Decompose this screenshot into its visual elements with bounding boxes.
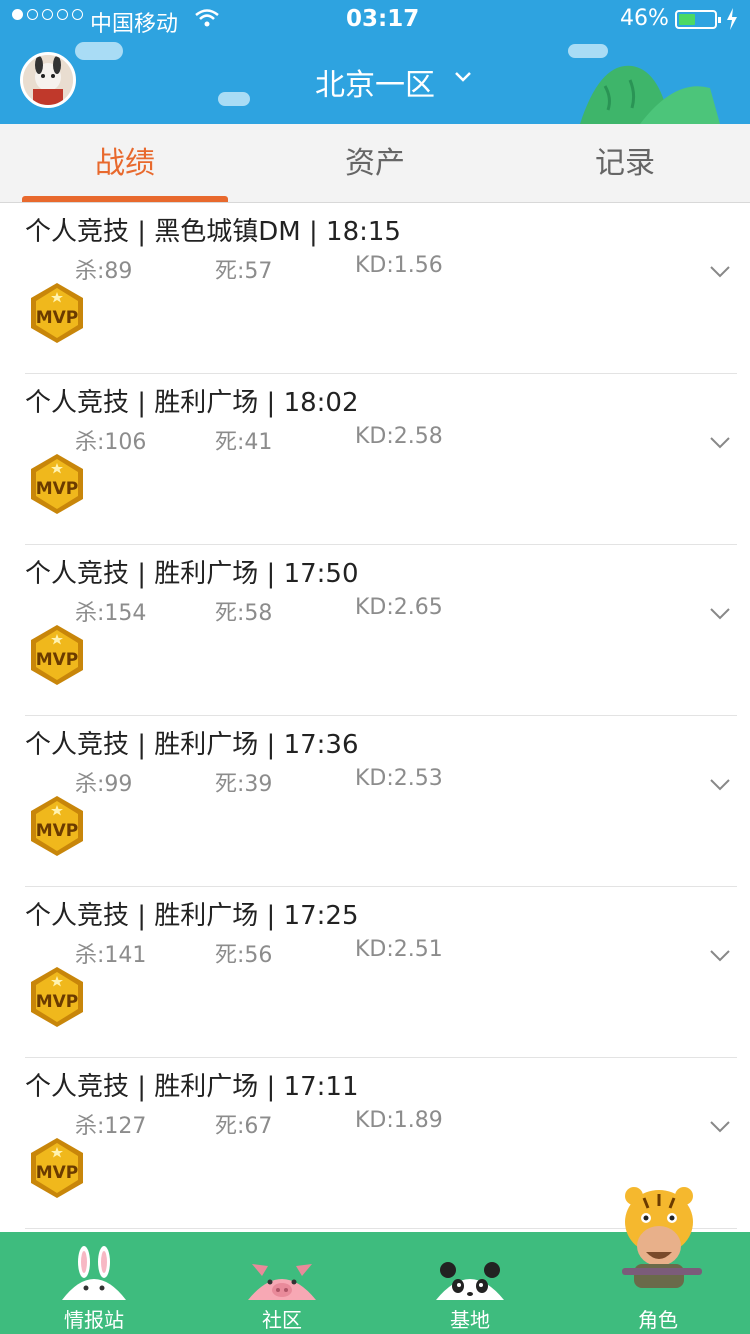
region-label: 北京一区	[315, 68, 435, 103]
match-row[interactable]: 个人竞技 | 胜利广场 | 17:50 杀:154 死:58 KD:2.65 M…	[25, 545, 737, 716]
nav-label: 情报站	[64, 1308, 124, 1332]
bottom-nav: 情报站 社区 基地 角色	[0, 1187, 750, 1334]
active-tab-indicator	[22, 196, 228, 202]
battery-icon	[675, 10, 721, 29]
deaths-stat: 死:57	[215, 259, 273, 284]
kd-stat: KD:2.58	[355, 424, 443, 449]
mvp-badge-icon: MVP	[31, 967, 83, 1027]
svg-text:MVP: MVP	[36, 821, 79, 841]
chevron-down-icon[interactable]	[709, 778, 731, 792]
deaths-stat: 死:41	[215, 430, 273, 455]
match-row[interactable]: 个人竞技 | 黑色城镇DM | 18:15 杀:89 死:57 KD:1.56 …	[25, 203, 737, 374]
status-bar: 中国移动 03:17 46%	[0, 0, 750, 40]
cloud-decoration	[568, 44, 608, 58]
svg-text:MVP: MVP	[36, 992, 79, 1012]
carrier-label: 中国移动	[90, 12, 179, 37]
tab-record[interactable]: 战绩	[0, 124, 250, 202]
nav-character[interactable]: 角色	[564, 1187, 750, 1334]
region-selector[interactable]: 北京一区	[0, 60, 750, 104]
tab-history[interactable]: 记录	[500, 124, 750, 202]
svg-text:MVP: MVP	[36, 1163, 79, 1183]
deaths-stat: 死:56	[215, 943, 273, 968]
match-title: 个人竞技 | 胜利广场 | 17:36	[25, 730, 359, 760]
svg-text:MVP: MVP	[36, 650, 79, 670]
match-row[interactable]: 个人竞技 | 胜利广场 | 18:02 杀:106 死:41 KD:2.58 M…	[25, 374, 737, 545]
chevron-down-icon[interactable]	[709, 949, 731, 963]
app-header: 中国移动 03:17 46% 北京一区	[0, 0, 750, 124]
rabbit-icon	[62, 1246, 126, 1300]
nav-label: 基地	[450, 1308, 490, 1332]
tab-bar: 战绩 资产 记录	[0, 124, 750, 203]
match-title: 个人竞技 | 胜利广场 | 18:02	[25, 388, 359, 418]
mvp-badge-icon: MVP	[31, 625, 83, 685]
chevron-down-icon[interactable]	[709, 436, 731, 450]
signal-icon	[12, 9, 83, 20]
kd-stat: KD:1.89	[355, 1108, 443, 1133]
deaths-stat: 死:67	[215, 1114, 273, 1139]
chevron-down-icon[interactable]	[709, 607, 731, 621]
nav-base[interactable]: 基地	[376, 1232, 564, 1334]
kd-stat: KD:1.56	[355, 253, 443, 278]
pig-icon	[248, 1264, 316, 1300]
deaths-stat: 死:58	[215, 601, 273, 626]
kd-stat: KD:2.65	[355, 595, 443, 620]
nav-intel[interactable]: 情报站	[0, 1232, 188, 1334]
clock: 03:17	[346, 6, 420, 32]
kd-stat: KD:2.51	[355, 937, 443, 962]
match-list: 个人竞技 | 黑色城镇DM | 18:15 杀:89 死:57 KD:1.56 …	[0, 203, 750, 1229]
match-title: 个人竞技 | 胜利广场 | 17:11	[25, 1072, 359, 1102]
match-row[interactable]: 个人竞技 | 胜利广场 | 17:36 杀:99 死:39 KD:2.53 MV…	[25, 716, 737, 887]
tiger-soldier-icon	[622, 1187, 702, 1288]
match-title: 个人竞技 | 黑色城镇DM | 18:15	[25, 217, 401, 247]
battery-percent: 46%	[620, 6, 669, 31]
mvp-badge-icon: MVP	[31, 796, 83, 856]
chevron-down-icon[interactable]	[709, 265, 731, 279]
mvp-badge-icon: MVP	[31, 283, 83, 343]
match-title: 个人竞技 | 胜利广场 | 17:25	[25, 901, 359, 931]
svg-text:MVP: MVP	[36, 479, 79, 499]
svg-text:MVP: MVP	[36, 308, 79, 328]
wifi-icon	[195, 9, 219, 27]
match-row[interactable]: 个人竞技 | 胜利广场 | 17:25 杀:141 死:56 KD:2.51 M…	[25, 887, 737, 1058]
chevron-down-icon[interactable]	[709, 1120, 731, 1134]
nav-community[interactable]: 社区	[188, 1232, 376, 1334]
chevron-down-icon[interactable]	[454, 70, 472, 84]
tab-assets[interactable]: 资产	[250, 124, 500, 202]
nav-label: 社区	[262, 1308, 302, 1332]
mvp-badge-icon: MVP	[31, 454, 83, 514]
nav-label: 角色	[638, 1308, 678, 1332]
panda-icon	[436, 1262, 504, 1300]
mvp-badge-icon: MVP	[31, 1138, 83, 1198]
cloud-decoration	[75, 42, 123, 60]
charging-icon	[727, 8, 737, 30]
deaths-stat: 死:39	[215, 772, 273, 797]
match-title: 个人竞技 | 胜利广场 | 17:50	[25, 559, 359, 589]
kd-stat: KD:2.53	[355, 766, 443, 791]
